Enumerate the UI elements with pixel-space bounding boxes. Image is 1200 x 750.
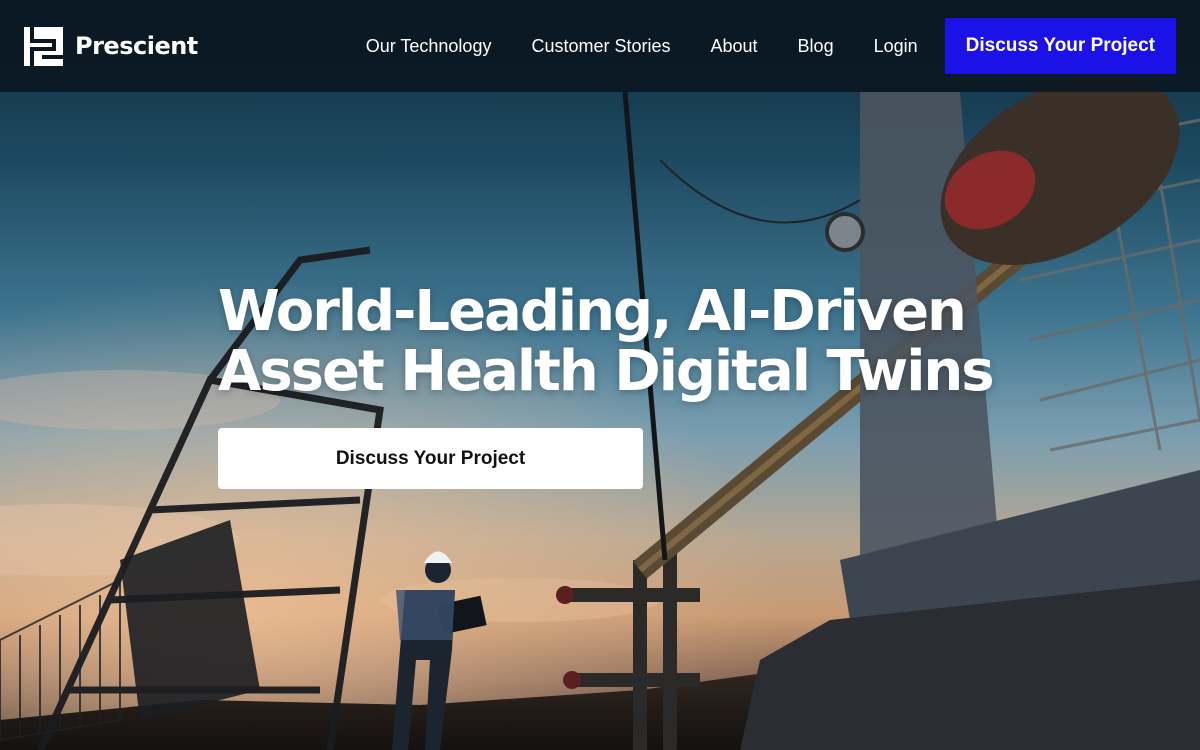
nav-login[interactable]: Login — [874, 36, 918, 57]
hero-title-line-1: World-Leading, AI-Driven — [218, 279, 967, 344]
nav-blog[interactable]: Blog — [798, 36, 834, 57]
nav-customer-stories[interactable]: Customer Stories — [531, 36, 670, 57]
prescient-logo-icon — [24, 26, 63, 66]
hero-title-line-2: Asset Health Digital Twins — [218, 339, 995, 404]
hero-title: World-Leading, AI-Driven Asset Health Di… — [218, 279, 995, 404]
nav-our-technology[interactable]: Our Technology — [366, 36, 492, 57]
main-nav: Our Technology Customer Stories About Bl… — [366, 18, 1176, 74]
logo[interactable]: Prescient — [24, 26, 198, 66]
header-discuss-project-button[interactable]: Discuss Your Project — [944, 18, 1176, 74]
hero-section: World-Leading, AI-Driven Asset Health Di… — [218, 279, 995, 489]
nav-about[interactable]: About — [711, 36, 758, 57]
logo-text: Prescient — [75, 32, 198, 60]
hero-discuss-project-button[interactable]: Discuss Your Project — [218, 428, 643, 489]
site-header: Prescient Our Technology Customer Storie… — [0, 0, 1200, 92]
page: Prescient Our Technology Customer Storie… — [0, 0, 1200, 750]
